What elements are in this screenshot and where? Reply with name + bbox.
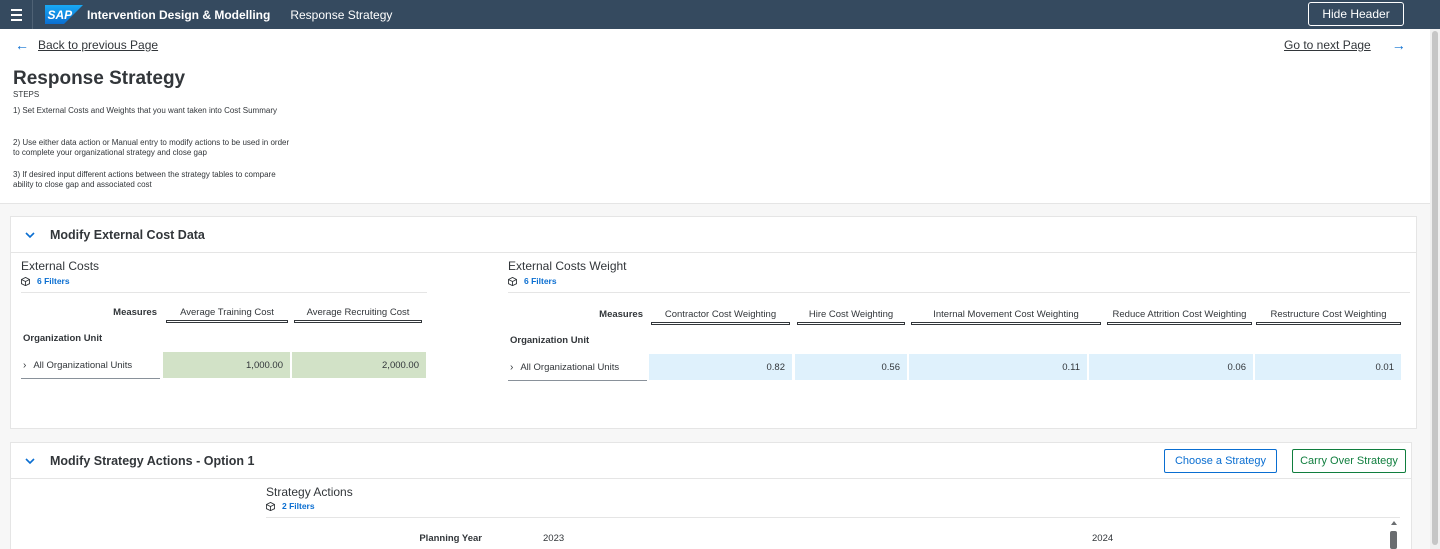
column-header-label: Internal Movement Cost Weighting xyxy=(933,309,1079,320)
column-header-label: Contractor Cost Weighting xyxy=(664,309,777,320)
column-header-hire-cost-weighting[interactable]: Hire Cost Weighting xyxy=(797,309,905,325)
page-scrollbar-thumb[interactable] xyxy=(1432,31,1438,545)
column-header-reduce-attrition-cost-weighting[interactable]: Reduce Attrition Cost Weighting xyxy=(1107,309,1252,325)
shell-separator xyxy=(32,0,33,29)
column-header-underline xyxy=(1256,322,1401,325)
column-header-underline xyxy=(1107,322,1252,325)
cell-hire-cost-weighting[interactable]: 0.56 xyxy=(795,354,907,380)
external-costs-row-dimension: Organization Unit xyxy=(23,333,103,344)
external-costs-weight-row-dimension: Organization Unit xyxy=(510,335,590,346)
chevron-right-icon: › xyxy=(510,361,514,373)
external-costs-weight-filters-link[interactable]: 6 Filters xyxy=(524,276,557,286)
column-header-underline xyxy=(651,322,790,325)
external-cost-panel-header[interactable]: Modify External Cost Data xyxy=(11,217,1416,253)
steps-heading: STEPS xyxy=(13,90,40,99)
column-header-internal-movement-cost-weighting[interactable]: Internal Movement Cost Weighting xyxy=(911,309,1101,325)
next-link[interactable]: Go to next Page → xyxy=(1284,37,1406,53)
column-header-label: Hire Cost Weighting xyxy=(808,309,894,320)
column-header-average-recruiting-cost[interactable]: Average Recruiting Cost xyxy=(294,307,422,323)
cell-contractor-cost-weighting[interactable]: 0.82 xyxy=(649,354,792,380)
strategy-actions-filters[interactable]: 2 Filters xyxy=(266,501,315,511)
external-costs-filters-link[interactable]: 6 Filters xyxy=(37,276,70,286)
page-title: Response Strategy xyxy=(13,68,186,89)
next-link-label: Go to next Page xyxy=(1284,38,1371,52)
column-header-label: Average Training Cost xyxy=(180,307,274,318)
row-label-text: All Organizational Units xyxy=(520,361,620,373)
step-1: 1) Set External Costs and Weights that y… xyxy=(13,106,277,115)
column-header-underline xyxy=(294,320,422,323)
strategy-actions-title: Strategy Actions xyxy=(266,485,353,499)
external-costs-weight-filters[interactable]: 6 Filters xyxy=(508,276,557,286)
external-costs-weight-row-all-org-units[interactable]: › All Organizational Units xyxy=(510,360,619,374)
shell-bar: SAP Intervention Design & Modelling Resp… xyxy=(0,0,1440,29)
external-costs-weight-measures-label: Measures xyxy=(599,309,643,320)
arrow-left-icon: ← xyxy=(15,37,29,53)
sap-logo[interactable]: SAP xyxy=(45,5,83,24)
choose-strategy-button[interactable]: Choose a Strategy xyxy=(1164,449,1277,473)
page-name: Response Strategy xyxy=(290,7,393,22)
column-header-underline xyxy=(797,322,905,325)
external-costs-row-all-org-units[interactable]: › All Organizational Units xyxy=(23,358,132,372)
external-costs-filters[interactable]: 6 Filters xyxy=(21,276,70,286)
row-underline xyxy=(508,380,647,381)
back-link-label: Back to previous Page xyxy=(38,38,159,52)
back-link[interactable]: ← Back to previous Page xyxy=(15,37,158,53)
scroll-up-icon[interactable] xyxy=(1391,521,1397,525)
cube-icon xyxy=(266,501,275,511)
column-header-underline xyxy=(166,320,288,323)
column-header-label: Average Recruiting Cost xyxy=(306,307,410,318)
external-cost-panel-title: Modify External Cost Data xyxy=(50,227,205,242)
table-scrollbar-thumb[interactable] xyxy=(1390,531,1397,549)
step-2: 2) Use either data action or Manual entr… xyxy=(13,138,290,157)
column-header-restructure-cost-weighting[interactable]: Restructure Cost Weighting xyxy=(1256,309,1401,325)
external-costs-divider xyxy=(21,292,427,293)
cell-average-training-cost[interactable]: 1,000.00 xyxy=(163,352,290,378)
column-header-label: Restructure Cost Weighting xyxy=(1270,309,1387,320)
column-header-label: Reduce Attrition Cost Weighting xyxy=(1112,309,1247,320)
carry-over-strategy-button[interactable]: Carry Over Strategy xyxy=(1292,449,1406,473)
column-header-contractor-cost-weighting[interactable]: Contractor Cost Weighting xyxy=(651,309,790,325)
row-label-text: All Organizational Units xyxy=(33,359,133,371)
cell-internal-movement-cost-weighting[interactable]: 0.11 xyxy=(909,354,1087,380)
chevron-down-icon[interactable] xyxy=(24,229,36,241)
cell-restructure-cost-weighting[interactable]: 0.01 xyxy=(1255,354,1401,380)
year-header-2024[interactable]: 2024 xyxy=(1092,533,1113,544)
arrow-right-icon: → xyxy=(1391,37,1406,53)
chevron-right-icon: › xyxy=(23,359,27,371)
cube-icon xyxy=(508,276,517,286)
cell-average-recruiting-cost[interactable]: 2,000.00 xyxy=(292,352,426,378)
svg-text:SAP: SAP xyxy=(48,8,74,22)
column-header-average-training-cost[interactable]: Average Training Cost xyxy=(166,307,288,323)
strategy-actions-divider xyxy=(266,517,1400,518)
year-header-2023[interactable]: 2023 xyxy=(543,533,564,544)
external-costs-weight-title: External Costs Weight xyxy=(508,259,627,273)
hide-header-button[interactable]: Hide Header xyxy=(1308,2,1404,26)
row-underline xyxy=(21,378,160,379)
column-header-underline xyxy=(911,322,1101,325)
external-costs-title: External Costs xyxy=(21,259,100,273)
planning-year-label: Planning Year xyxy=(419,533,482,544)
external-costs-measures-label: Measures xyxy=(113,307,157,318)
step-3: 3) If desired input different actions be… xyxy=(13,170,276,189)
chevron-down-icon[interactable] xyxy=(24,455,36,467)
app-title: Intervention Design & Modelling xyxy=(87,7,271,22)
external-costs-weight-divider xyxy=(508,292,1410,293)
cube-icon xyxy=(21,276,30,286)
strategy-panel-title: Modify Strategy Actions - Option 1 xyxy=(50,453,255,468)
cell-reduce-attrition-cost-weighting[interactable]: 0.06 xyxy=(1089,354,1253,380)
strategy-actions-filters-link[interactable]: 2 Filters xyxy=(282,501,315,511)
hamburger-menu-icon[interactable] xyxy=(0,0,32,29)
